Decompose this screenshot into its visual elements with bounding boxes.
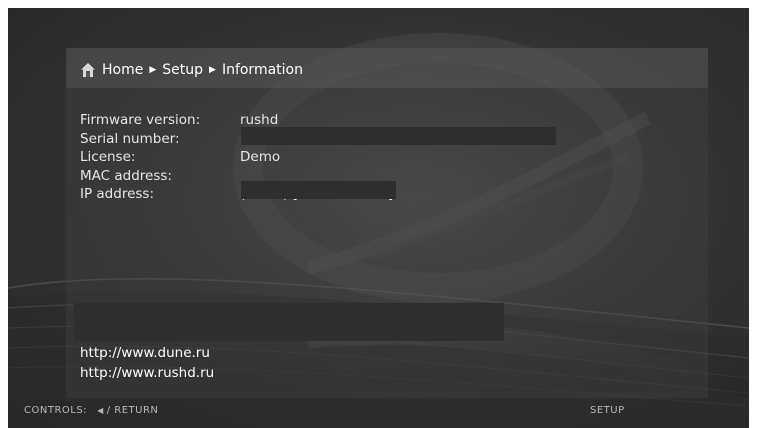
breadcrumb-information: Information: [221, 62, 303, 78]
breadcrumb-home[interactable]: Home: [102, 62, 143, 78]
controls-hint: CONTROLS: ◀ / RETURN: [24, 405, 158, 416]
link-rushd[interactable]: http://www.rushd.ru: [80, 363, 214, 383]
link-dune[interactable]: http://www.dune.ru: [80, 343, 214, 363]
triangle-left-icon: ◀: [97, 406, 104, 415]
triangle-right-icon: ▶: [149, 65, 157, 75]
return-label[interactable]: / RETURN: [107, 405, 159, 416]
serial-label: Serial number:: [80, 130, 180, 147]
license-value: Demo: [240, 149, 281, 166]
info-row-license: License: Demo: [80, 148, 393, 167]
redacted-mac: [241, 181, 396, 199]
home-icon: [81, 63, 95, 77]
redacted-serial: [241, 127, 556, 145]
firmware-value: rushd: [240, 112, 279, 129]
controls-label: CONTROLS:: [24, 405, 88, 416]
redacted-block: [74, 303, 504, 341]
links-list: http://www.dune.ru http://www.rushd.ru: [80, 343, 214, 383]
license-label: License:: [80, 149, 136, 166]
firmware-label: Firmware version:: [80, 112, 201, 129]
information-panel: Home ▶ Setup ▶ Information Firmware vers…: [66, 48, 708, 398]
section-label: SETUP: [590, 405, 625, 416]
bottom-bar: CONTROLS: ◀ / RETURN SETUP: [8, 400, 749, 428]
breadcrumb: Home ▶ Setup ▶ Information: [80, 60, 303, 80]
mac-label: MAC address:: [80, 167, 172, 184]
tv-screen: Home ▶ Setup ▶ Information Firmware vers…: [8, 8, 749, 428]
triangle-right-icon: ▶: [209, 65, 216, 75]
panel-header: Home ▶ Setup ▶ Information: [66, 48, 708, 88]
ip-label: IP address:: [80, 186, 154, 203]
breadcrumb-setup[interactable]: Setup: [162, 62, 203, 78]
